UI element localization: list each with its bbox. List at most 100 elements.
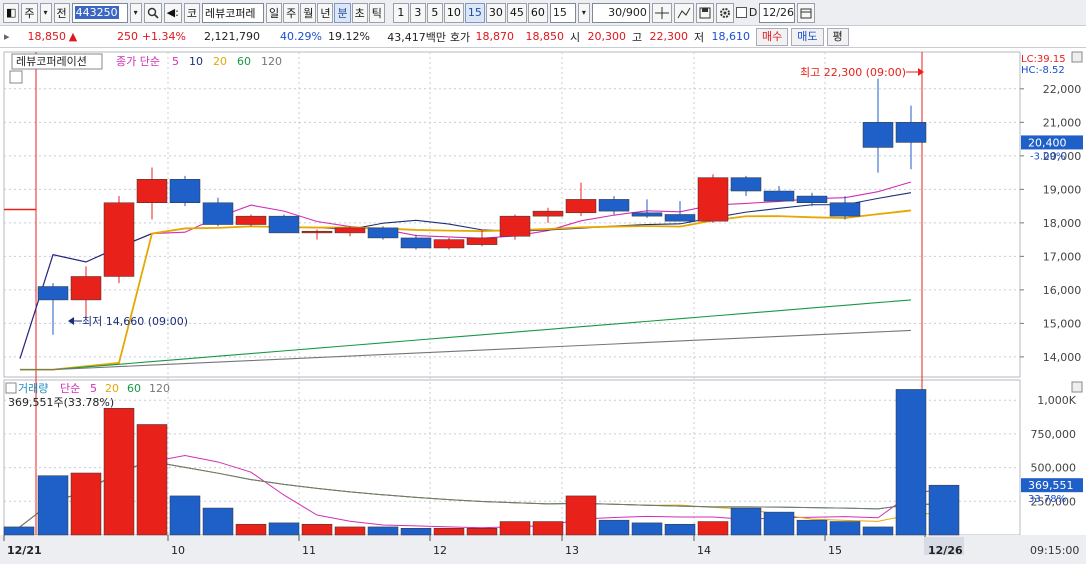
volume-ma-legend-item: 5 <box>90 382 97 395</box>
interval-tab[interactable]: 45 <box>506 2 527 23</box>
period-tab[interactable]: 일 <box>265 2 283 23</box>
candle-body <box>598 199 630 212</box>
stock-name-field[interactable]: 레뷰코퍼레 <box>201 2 264 23</box>
x-axis-last-date: 12/26 <box>928 544 963 557</box>
volume-bar <box>169 495 201 536</box>
candle-body <box>862 122 894 148</box>
volume-ma-legend-item: 60 <box>127 382 141 395</box>
code-dropdown-icon[interactable]: ▾ <box>129 2 142 23</box>
price-axis-label: 17,000 <box>1043 250 1082 263</box>
market-dropdown-icon[interactable]: ▾ <box>39 2 52 23</box>
quote-info-bar: ▸ 18,850 ▲ 250 +1.34% 2,121,790 40.29% 1… <box>0 26 1086 48</box>
period-tab[interactable]: 틱 <box>368 2 385 23</box>
interval-dropdown-icon[interactable]: ▾ <box>577 2 590 23</box>
volume-bar <box>136 424 168 536</box>
candle-body <box>499 215 531 237</box>
search-icon[interactable] <box>143 2 162 23</box>
high-label: 고 <box>631 30 643 44</box>
interval-tab[interactable]: 3 <box>409 2 426 23</box>
ma-legend-item: 120 <box>261 55 282 68</box>
current-volume-pct: 33.78% <box>1028 494 1066 505</box>
volume-bar <box>664 523 696 536</box>
candle-body <box>763 190 795 202</box>
period-tab[interactable]: 월 <box>300 2 317 23</box>
settings-gear-icon[interactable] <box>715 2 734 23</box>
period-tab[interactable]: 분 <box>334 2 351 23</box>
ask-price: 18,870 <box>475 30 515 43</box>
prev-button[interactable]: 전 <box>53 2 70 23</box>
name-prefix[interactable]: 코 <box>183 2 200 23</box>
current-price-tag-text: 20,400 <box>1028 136 1067 149</box>
interval-tab[interactable]: 1 <box>392 2 409 23</box>
open-label: 시 <box>569 30 581 44</box>
code-value: 443250 <box>74 6 119 19</box>
code-input[interactable]: 443250 <box>71 2 128 23</box>
volume-ma-legend-item: 20 <box>105 382 119 395</box>
candle-body <box>169 179 201 203</box>
calendar-icon[interactable] <box>797 2 816 23</box>
period-tab[interactable]: 년 <box>317 2 334 23</box>
candle-body <box>400 237 432 249</box>
volume-legend-mid: 단순 <box>60 382 80 395</box>
volume-bar <box>3 526 35 536</box>
eval-button[interactable]: 평 <box>826 27 849 46</box>
volume-bar <box>928 484 960 536</box>
volume-bar <box>433 528 465 536</box>
x-axis-label: 15 <box>828 544 842 557</box>
date-checkbox-label: D <box>748 6 758 19</box>
interval-tab[interactable]: 5 <box>426 2 443 23</box>
candle-body <box>268 215 300 234</box>
save-icon[interactable] <box>695 2 714 23</box>
period-tab[interactable]: 초 <box>351 2 368 23</box>
market-select[interactable]: 주 <box>21 2 38 23</box>
low-annotation: 최저 14,660 (09:00) <box>82 315 188 328</box>
ask-label: 호가 <box>449 30 471 44</box>
volume-bar <box>598 519 630 536</box>
ma-legend-item: 60 <box>237 55 251 68</box>
volume-bar <box>565 495 597 536</box>
buy-button[interactable]: 매수 <box>756 27 789 46</box>
x-axis-label: 10 <box>171 544 185 557</box>
interval-tab[interactable]: 15 <box>464 2 485 23</box>
chart-toolbar: ◧ 주 ▾ 전 443250 ▾ ◀: 코 레뷰코퍼레 일주월년분초틱 1351… <box>0 0 1086 26</box>
candlestick-chart[interactable]: 22,00021,00020,00019,00018,00017,00016,0… <box>0 48 1086 564</box>
home-icon[interactable]: ◧ <box>3 2 20 23</box>
interval-tab[interactable]: 30 <box>485 2 506 23</box>
count-field[interactable]: 30/900 <box>591 2 650 23</box>
panel-close-icon <box>1071 381 1083 393</box>
interval-select[interactable]: 15 <box>549 2 576 23</box>
period-tab[interactable]: 주 <box>283 2 300 23</box>
date-field[interactable]: 12/26 <box>759 2 796 23</box>
sell-button[interactable]: 매도 <box>791 27 824 46</box>
volume-axis-label: 1,000K <box>1037 394 1076 407</box>
volume-axis-label: 500,000 <box>1031 462 1077 475</box>
volume-bar <box>466 528 498 536</box>
turnover-rate: 19.12% <box>328 30 370 43</box>
draw-tool-icon[interactable] <box>673 2 694 23</box>
volume-bar <box>103 408 135 536</box>
volume-bar <box>301 523 333 536</box>
x-axis-label: 14 <box>697 544 711 557</box>
interval-tab[interactable]: 60 <box>527 2 548 23</box>
candle-body <box>895 122 927 143</box>
volume-bar <box>829 521 861 536</box>
change-value: 250 <box>117 30 138 43</box>
hc-label: HC:-8.52 <box>1021 65 1065 76</box>
volume-bar <box>37 475 69 536</box>
price-axis-label: 14,000 <box>1043 351 1082 364</box>
interval-tab[interactable]: 10 <box>443 2 464 23</box>
price-axis-label: 22,000 <box>1043 83 1082 96</box>
price-panel-close-icon <box>1071 51 1083 63</box>
sound-icon[interactable]: ◀: <box>163 2 182 23</box>
interval-tabs: 1 3 5 10 15 30 45 60 <box>392 2 548 23</box>
x-axis-label: 12/21 <box>7 544 42 557</box>
candle-body <box>697 177 729 222</box>
current-pct-label: -3.09% <box>1030 151 1065 162</box>
candle-body <box>70 276 102 301</box>
date-checkbox[interactable] <box>735 7 747 18</box>
crosshair-icon[interactable] <box>651 2 672 23</box>
candle-body <box>796 195 828 203</box>
volume-bar <box>334 526 366 536</box>
trade-amount: 43,417백만 <box>387 30 446 44</box>
candle-body <box>136 179 168 203</box>
